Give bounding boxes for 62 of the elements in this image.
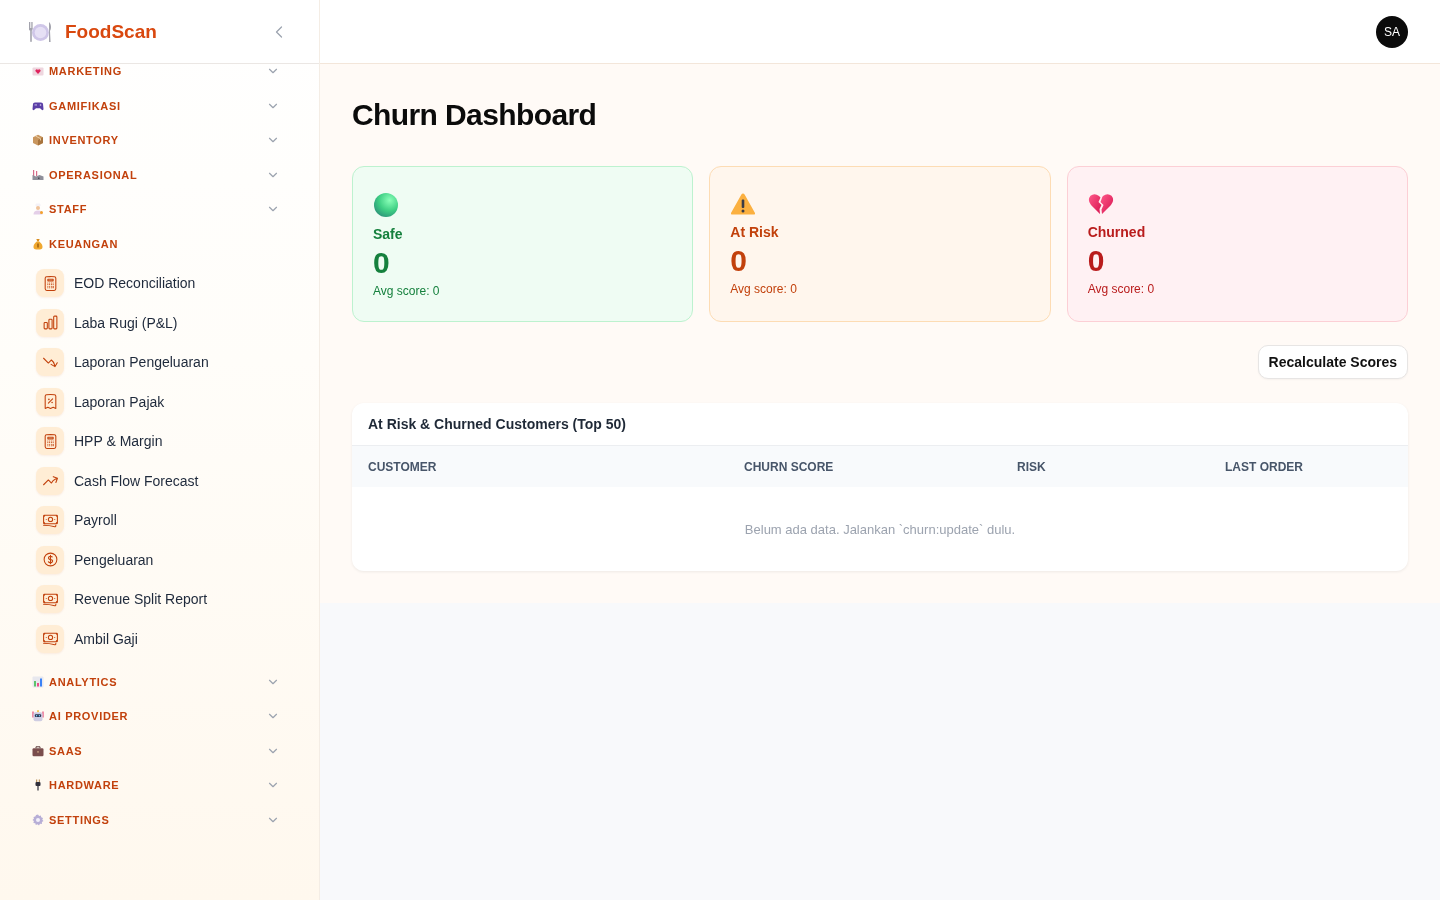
person-icon [32,203,44,215]
sidebar-group[interactable]: OPERASIONAL [32,167,280,182]
factory-icon [32,168,44,181]
sidebar-group[interactable]: SAAS [32,743,280,758]
brand-name: FoodScan [65,20,158,43]
table-title: At Risk & Churned Customers (Top 50) [368,416,626,432]
sidebar-item[interactable]: Cash Flow Forecast [28,462,288,499]
stat-subtext: Avg score: 0 [1087,281,1155,297]
recalculate-button[interactable]: Recalculate Scores [1257,345,1408,379]
box-icon [32,134,44,146]
robot-icon [32,710,44,722]
calculator-icon [36,427,64,455]
sidebar-group[interactable]: HARDWARE [32,778,280,792]
sidebar-group[interactable]: GAMIFIKASI [32,98,280,113]
sidebar-item[interactable]: Laporan Pengeluaran [28,344,288,380]
sidebar-group[interactable]: INVENTORY [32,133,280,147]
column-header: CHURN SCORE [743,459,835,474]
column-header: CUSTOMER [367,459,438,474]
banknote-icon [36,624,64,653]
warning-icon [730,192,757,216]
stat-value: 0 [730,244,747,278]
sidebar-group[interactable]: KEUANGAN [32,236,280,251]
sidebar-item[interactable]: Laporan Pajak [28,383,288,420]
page-title: Churn Dashboard [352,97,597,133]
sidebar-group[interactable]: MARKETING [32,64,280,78]
sphere-icon [373,192,399,218]
bar-chart-icon [32,675,44,688]
sidebar-item[interactable]: Payroll [28,502,288,538]
calculator-icon [36,269,64,297]
user-avatar[interactable]: SA [1376,15,1408,48]
trending-down-icon [36,348,64,376]
sidebar-item[interactable]: EOD Reconciliation [28,265,288,301]
dollar-coin-icon [36,545,64,574]
banknote-icon [36,585,64,613]
sidebar-group[interactable]: AI PROVIDER [32,709,280,723]
sidebar-item[interactable]: HPP & Margin [28,423,288,459]
gear-icon [32,813,44,826]
money-bag-icon [32,237,44,250]
banknote-icon [36,506,64,534]
stat-label: Safe [373,225,403,244]
sidebar-item[interactable]: Laba Rugi (P&L) [28,304,288,341]
briefcase-icon [32,744,44,757]
sidebar-item[interactable]: Revenue Split Report [28,581,288,617]
column-header: LAST ORDER [1224,459,1304,474]
receipt-percent-icon [36,387,64,416]
column-header: RISK [1016,459,1047,474]
plate-cutlery-icon [28,20,53,43]
trending-up-icon [36,466,64,495]
stat-subtext: Avg score: 0 [730,281,797,297]
broken-heart-icon [1087,192,1114,216]
sidebar-item[interactable]: Ambil Gaji [28,620,288,657]
stat-value: 0 [373,246,390,280]
stat-subtext: Avg score: 0 [373,283,440,299]
stat-label: At Risk [730,223,779,242]
sidebar-group[interactable]: ANALYTICS [32,674,280,689]
sidebar-group[interactable]: SETTINGS [32,812,280,827]
empty-state-message: Belum ada data. Jalankan `churn:update` dulu. [744,521,1016,537]
bar-chart-icon [36,308,64,337]
sidebar-item[interactable]: Pengeluaran [28,541,288,578]
stat-value: 0 [1087,244,1105,278]
sidebar-group[interactable]: STAFF [32,202,280,216]
stat-label: Churned [1087,223,1146,242]
